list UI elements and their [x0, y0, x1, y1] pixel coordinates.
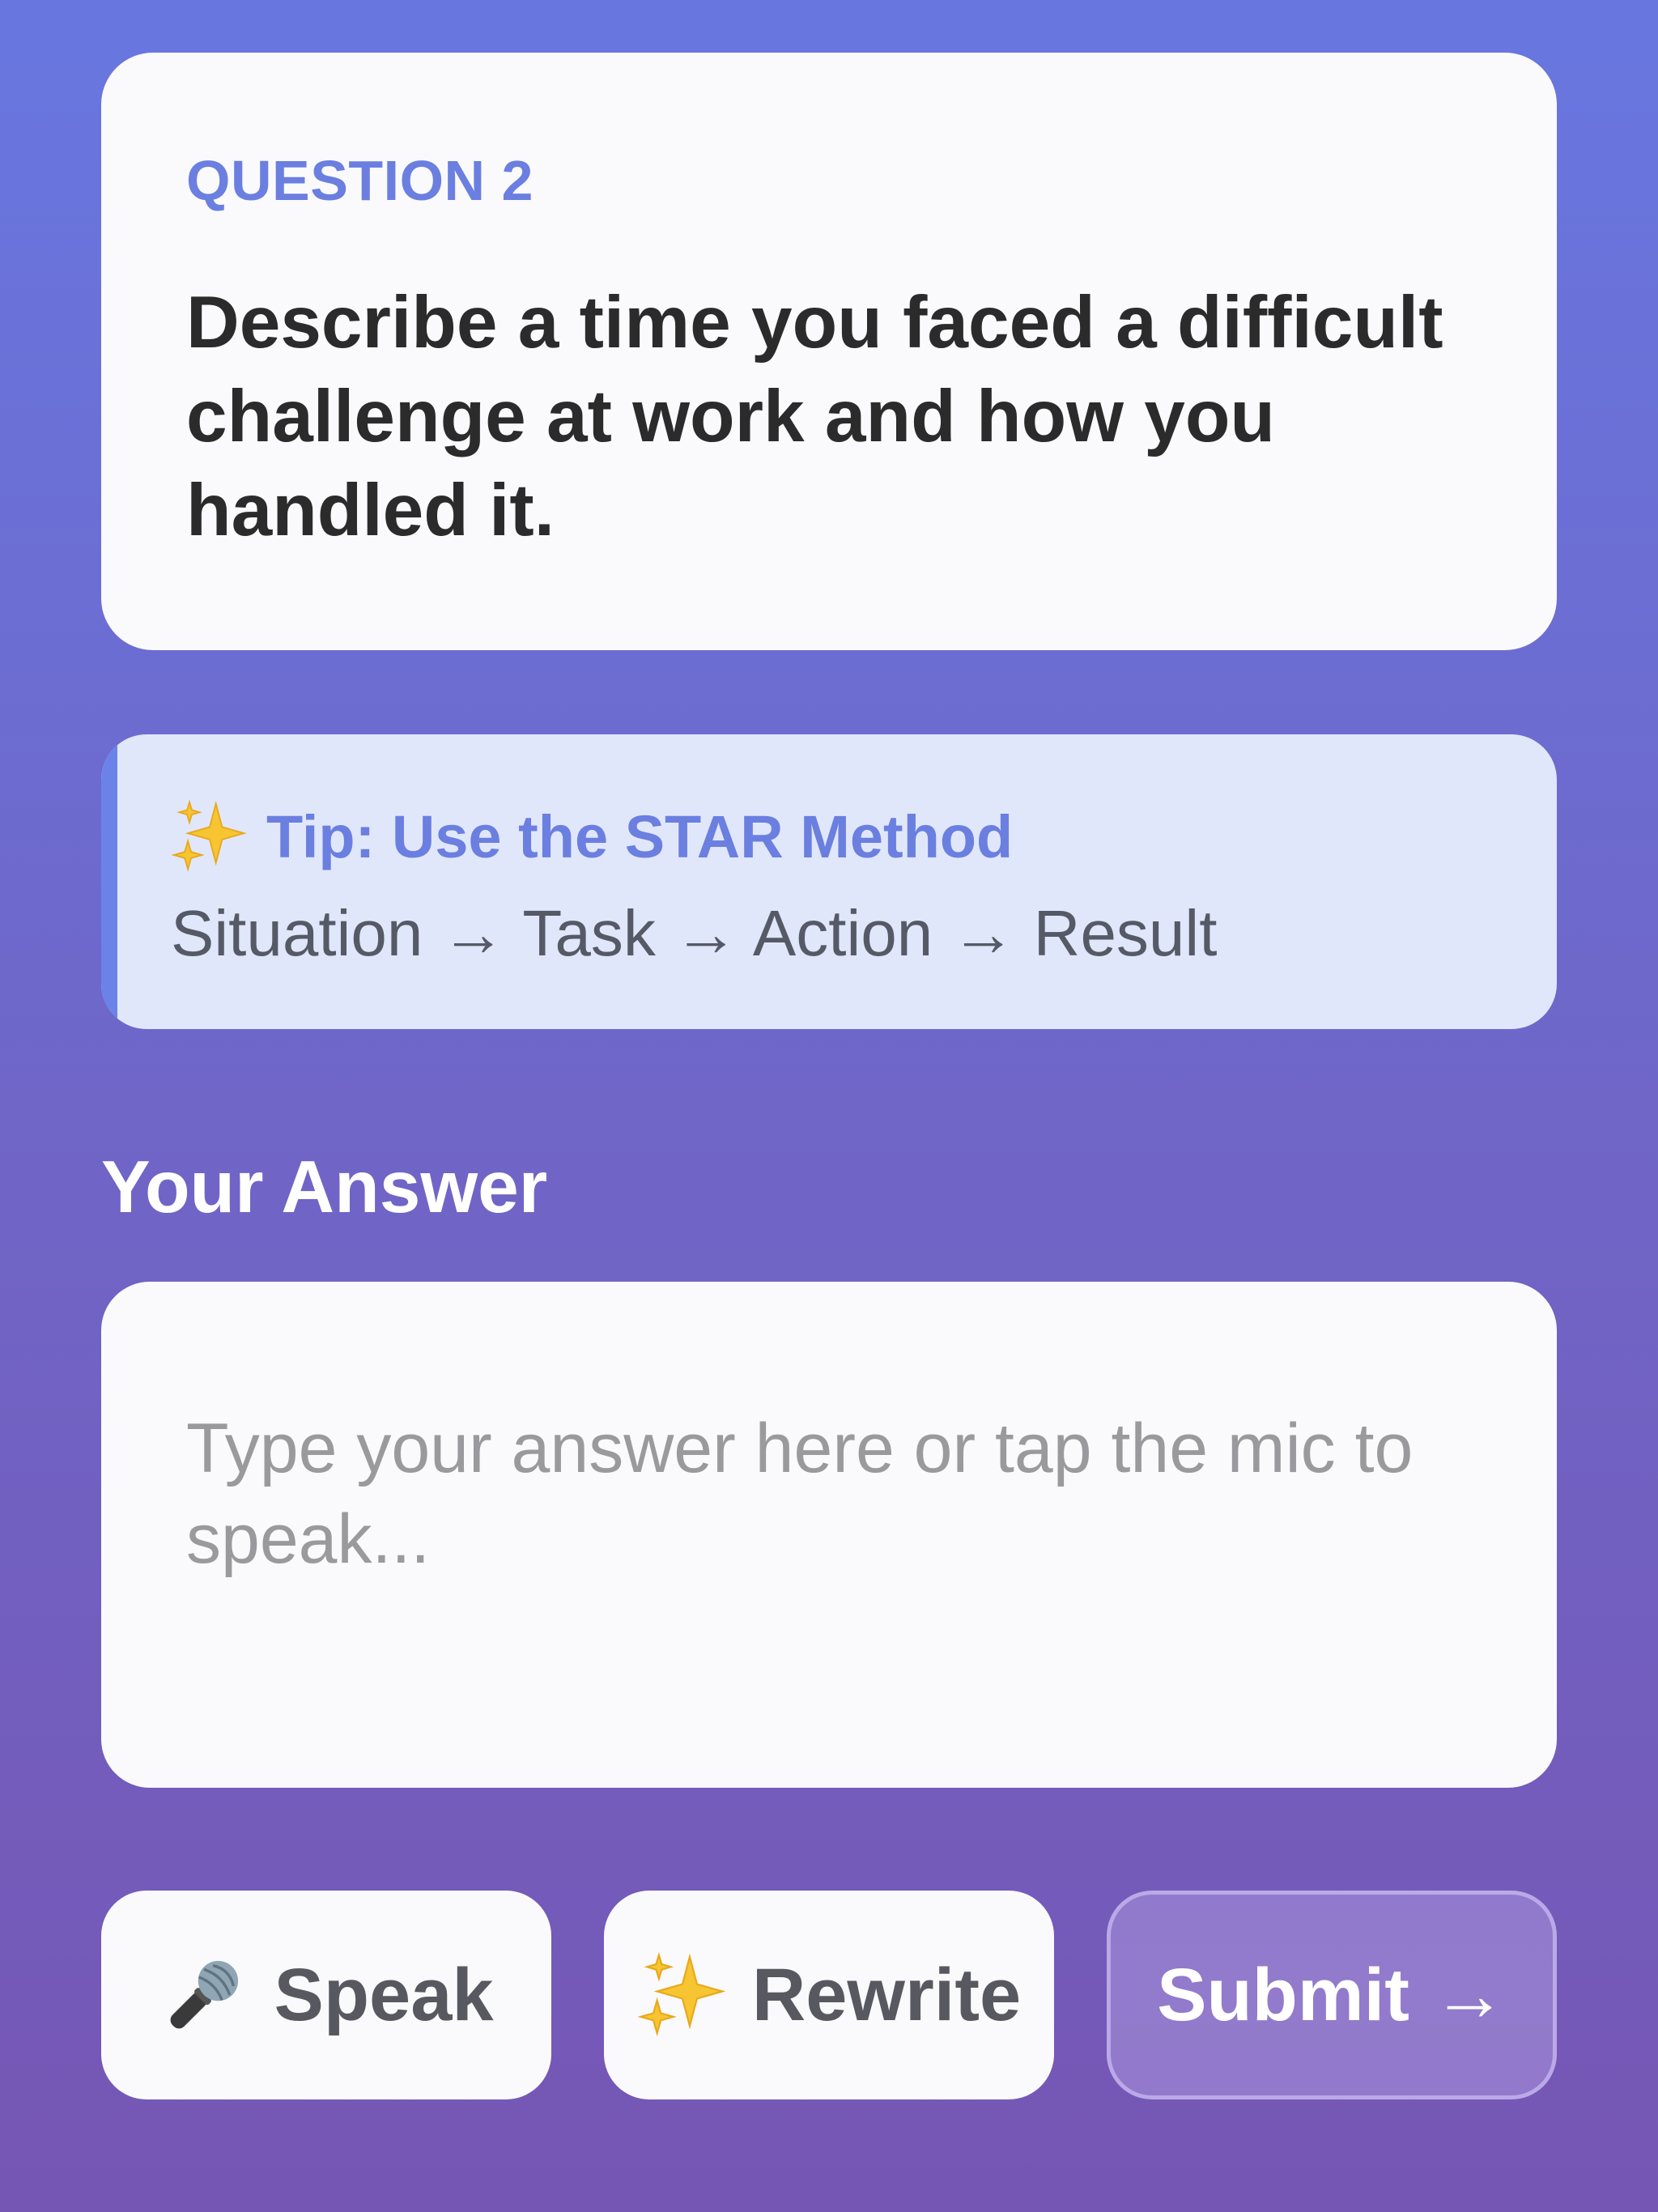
question-number: QUESTION 2 — [186, 149, 534, 212]
speak-button[interactable]: Speak — [101, 1891, 551, 2099]
sparkles-icon — [637, 1951, 726, 2037]
tip-card: Tip: Use the STAR Method Situation → Tas… — [101, 734, 1557, 1029]
tip-accent-bar — [101, 734, 117, 1029]
submit-label: Submit — [1157, 1953, 1409, 2036]
speak-label: Speak — [274, 1953, 494, 2036]
submit-button[interactable]: Submit → — [1107, 1891, 1557, 2099]
answer-label: Your Answer — [101, 1146, 548, 1228]
sparkles-icon — [171, 799, 247, 872]
tip-title: Tip: Use the STAR Method — [266, 802, 1014, 870]
microphone-icon — [171, 1960, 239, 2029]
tip-title-row: Tip: Use the STAR Method — [171, 798, 1013, 875]
tip-steps: Situation → Task → Action → Result — [171, 897, 1218, 969]
rewrite-button[interactable]: Rewrite — [604, 1891, 1054, 2099]
answer-input[interactable] — [101, 1282, 1557, 1788]
question-text: Describe a time you faced a difficult ch… — [186, 282, 1443, 551]
rewrite-label: Rewrite — [751, 1953, 1022, 2036]
question-card: QUESTION 2 Describe a time you faced a d… — [101, 53, 1557, 650]
arrow-right-icon: → — [1431, 1953, 1507, 2036]
